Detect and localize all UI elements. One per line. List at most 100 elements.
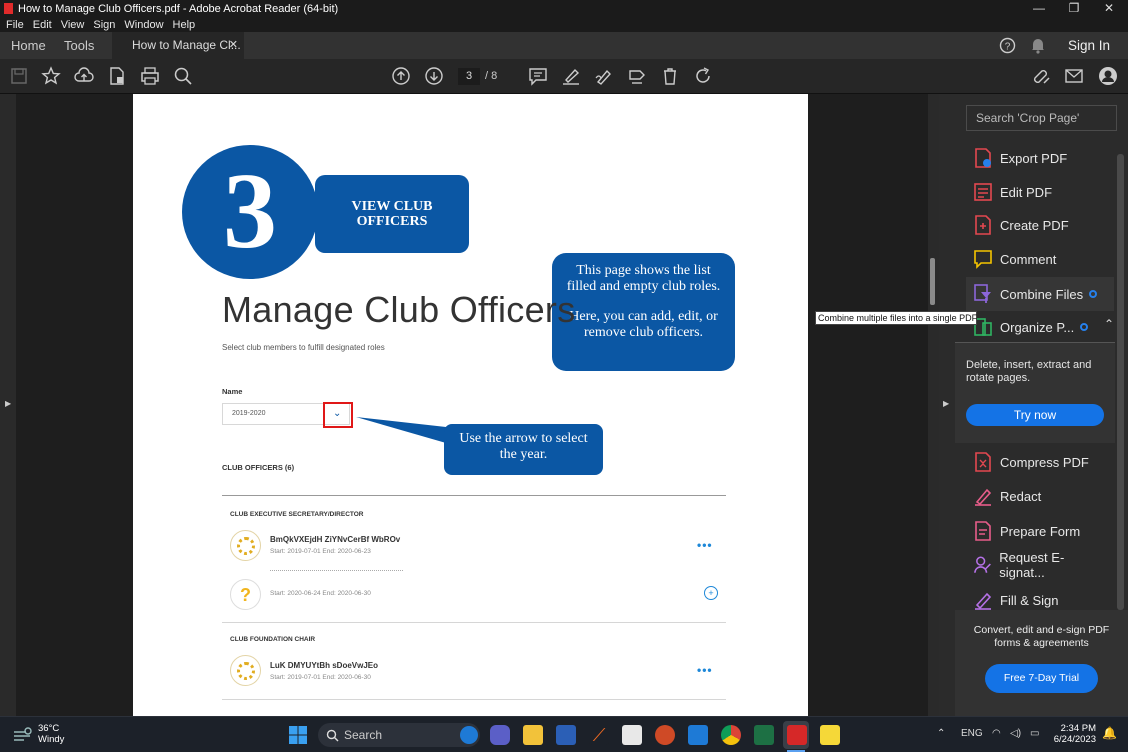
excel-icon[interactable]	[754, 725, 774, 745]
menu-file[interactable]: File	[6, 19, 24, 31]
upload-cloud-icon[interactable]	[73, 65, 95, 87]
tool-compress-pdf[interactable]: Compress PDF	[966, 445, 1106, 479]
tool-create-pdf[interactable]: Create PDF ⌄	[966, 208, 1126, 242]
collapse-right-pane-icon[interactable]: ▶	[943, 399, 949, 408]
tool-prepare-form[interactable]: Prepare Form	[966, 514, 1106, 548]
bookmark-star-icon[interactable]	[40, 65, 62, 87]
tool-organize-pages[interactable]: Organize P... ⌃	[966, 310, 1114, 344]
file-icon[interactable]	[106, 65, 128, 87]
expand-left-pane-icon[interactable]: ▶	[5, 399, 11, 408]
edit-pdf-icon	[974, 183, 992, 201]
previous-page-icon[interactable]	[390, 65, 412, 87]
tool-request-esignatures[interactable]: Request E-signat...	[966, 548, 1106, 582]
save-icon[interactable]	[8, 65, 30, 87]
more-options-icon: •••	[697, 663, 713, 677]
wifi-icon[interactable]: ◠	[992, 728, 1001, 739]
tab-home[interactable]: Home	[11, 32, 46, 59]
share-link-icon[interactable]	[1030, 65, 1052, 87]
minimize-icon[interactable]: —	[1022, 0, 1056, 17]
windows-taskbar: 36°C Windy Search ⟋ ⌃ ENG ◠ ◁) ▭ 2:34 PM…	[0, 716, 1128, 752]
volume-icon[interactable]: ◁)	[1010, 728, 1021, 739]
print-icon[interactable]	[139, 65, 161, 87]
teams-chat-icon[interactable]	[490, 725, 510, 745]
redact-icon	[975, 488, 992, 506]
left-pane-toggle[interactable]: ▶	[0, 94, 16, 716]
sign-pen-icon[interactable]	[593, 65, 615, 87]
highlight-pen-icon[interactable]	[560, 65, 582, 87]
tool-export-pdf[interactable]: Export PDF ⌄	[966, 141, 1126, 175]
menu-window[interactable]: Window	[124, 19, 163, 31]
avatar	[230, 655, 261, 686]
close-window-icon[interactable]: ✕	[1092, 0, 1126, 17]
menu-help[interactable]: Help	[173, 19, 196, 31]
page-heading: Manage Club Officers	[222, 289, 576, 330]
tools-search-input[interactable]: Search 'Crop Page'	[966, 105, 1117, 131]
window-title: How to Manage Club Officers.pdf - Adobe …	[18, 2, 339, 15]
microsoft-store-icon[interactable]	[622, 725, 642, 745]
fill-sign-icon	[975, 592, 992, 610]
sticky-notes-icon[interactable]	[820, 725, 840, 745]
windows-start-icon[interactable]	[288, 725, 308, 745]
weather-icon[interactable]	[12, 726, 34, 744]
comment-icon[interactable]	[527, 65, 549, 87]
powerpoint-icon[interactable]	[655, 725, 675, 745]
bing-icon[interactable]	[460, 726, 478, 744]
tool-comment[interactable]: Comment	[966, 242, 1106, 276]
maximize-icon[interactable]: ❐	[1057, 0, 1091, 17]
callout-pointer	[356, 417, 446, 443]
officer-name: LuK DMYUYtBh sDoeVwJEo	[270, 661, 379, 670]
language-indicator[interactable]: ENG	[961, 728, 983, 739]
chrome-icon[interactable]	[721, 725, 741, 745]
comment-icon	[974, 250, 992, 269]
tool-redact[interactable]: Redact	[966, 479, 1106, 513]
try-now-button[interactable]: Try now	[966, 404, 1104, 426]
right-pane-toggle[interactable]: ▶	[939, 94, 955, 716]
page-number-input[interactable]: 3	[458, 68, 480, 85]
account-icon[interactable]	[1097, 65, 1119, 87]
help-icon[interactable]: ?	[999, 32, 1016, 59]
battery-icon[interactable]: ▭	[1030, 728, 1039, 739]
menu-edit[interactable]: Edit	[33, 19, 52, 31]
mail-icon[interactable]	[688, 725, 708, 745]
info-callout-text-1: This page shows the list filled and empt…	[566, 263, 721, 294]
step-number-circle: 3	[182, 145, 318, 279]
menu-view[interactable]: View	[61, 19, 85, 31]
menu-sign[interactable]: Sign	[93, 19, 115, 31]
prepare-form-icon	[975, 521, 991, 541]
rotate-icon[interactable]	[692, 65, 714, 87]
stamp-icon[interactable]	[626, 65, 648, 87]
clock-time: 2:34 PM	[1060, 723, 1096, 734]
add-officer-icon: +	[704, 586, 718, 600]
scrollbar-thumb[interactable]	[930, 258, 935, 305]
vertical-scrollbar[interactable]	[928, 94, 939, 716]
tool-label: Fill & Sign	[1000, 592, 1059, 608]
divider	[222, 699, 726, 700]
tab-document[interactable]: How to Manage Cl... ✕	[112, 32, 244, 59]
tab-tools[interactable]: Tools	[64, 32, 94, 59]
close-tab-icon[interactable]: ✕	[229, 32, 238, 59]
delete-trash-icon[interactable]	[659, 65, 681, 87]
tool-combine-files[interactable]: Combine Files	[966, 277, 1114, 311]
word-icon[interactable]	[556, 725, 576, 745]
pdf-page: 3 VIEW CLUB OFFICERS This page shows the…	[133, 94, 808, 716]
system-clock[interactable]: 2:34 PM 6/24/2023	[1050, 723, 1096, 745]
email-icon[interactable]	[1063, 65, 1085, 87]
page-total: / 8	[485, 70, 498, 82]
free-trial-button[interactable]: Free 7-Day Trial	[985, 664, 1098, 693]
request-esign-icon	[974, 556, 991, 573]
weather-widget[interactable]: 36°C Windy	[38, 723, 64, 745]
new-badge-icon	[1080, 323, 1089, 331]
sign-in-link[interactable]: Sign In	[1068, 32, 1110, 59]
notifications-icon[interactable]: 🔔	[1102, 726, 1117, 740]
notification-bell-icon[interactable]	[1030, 32, 1046, 59]
chevron-up-icon[interactable]: ⌃	[1104, 317, 1114, 331]
tools-panel-scrollbar[interactable]	[1117, 154, 1124, 610]
tool-edit-pdf[interactable]: Edit PDF	[966, 175, 1106, 209]
search-icon[interactable]	[172, 65, 194, 87]
file-explorer-icon[interactable]	[523, 725, 543, 745]
acrobat-reader-icon[interactable]	[787, 725, 807, 745]
next-page-icon[interactable]	[423, 65, 445, 87]
pen-app-icon[interactable]: ⟋	[589, 725, 609, 745]
show-hidden-icons-icon[interactable]: ⌃	[937, 728, 945, 739]
taskbar-search[interactable]: Search	[318, 723, 480, 747]
